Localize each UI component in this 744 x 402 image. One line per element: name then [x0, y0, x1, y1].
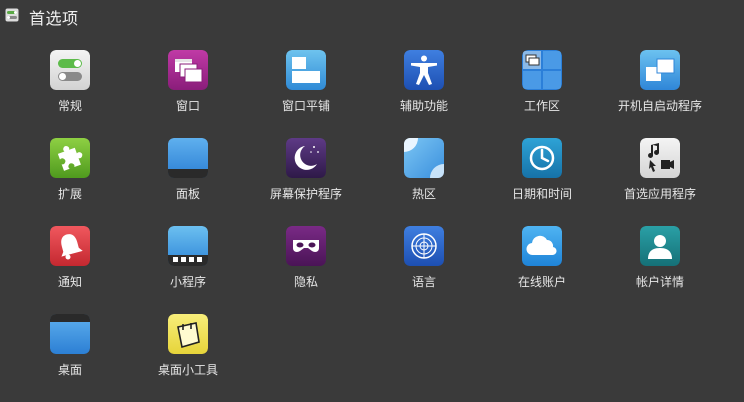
pref-item-applets[interactable]: 小程序 [129, 226, 247, 314]
pref-item-online-accounts[interactable]: 在线账户 [483, 226, 601, 314]
pref-item-startup[interactable]: 开机自启动程序 [601, 50, 719, 138]
pref-item-languages[interactable]: 语言 [365, 226, 483, 314]
pref-item-datetime[interactable]: 日期和时间 [483, 138, 601, 226]
pref-item-desklets[interactable]: 桌面小工具 [129, 314, 247, 402]
pref-item-label: 首选应用程序 [623, 187, 696, 201]
pref-item-label: 帐户详情 [635, 275, 684, 289]
pref-item-account-details[interactable]: 帐户详情 [601, 226, 719, 314]
hot-corner-icon [404, 138, 444, 178]
pref-item-screensaver[interactable]: 屏幕保护程序 [247, 138, 365, 226]
pref-item-hotcorners[interactable]: 热区 [365, 138, 483, 226]
pref-item-general[interactable]: 常规 [11, 50, 129, 138]
music-video-file-icon [640, 138, 680, 178]
pref-item-label: 开机自启动程序 [617, 99, 702, 113]
window-tiling-icon [286, 50, 326, 90]
pref-item-extensions[interactable]: 扩展 [11, 138, 129, 226]
pref-item-panel[interactable]: 面板 [129, 138, 247, 226]
toggle-switches-icon [50, 50, 90, 90]
pref-item-workspaces[interactable]: 工作区 [483, 50, 601, 138]
moon-stars-icon [286, 138, 326, 178]
pref-item-privacy[interactable]: 隐私 [247, 226, 365, 314]
pref-item-windows[interactable]: 窗口 [129, 50, 247, 138]
sticky-note-icon [168, 314, 208, 354]
clock-icon [522, 138, 562, 178]
pref-item-default-apps[interactable]: 首选应用程序 [601, 138, 719, 226]
panel-bar-icon [168, 138, 208, 178]
pref-item-tiling[interactable]: 窗口平铺 [247, 50, 365, 138]
globe-un-icon [404, 226, 444, 266]
window-title: 首选项 [29, 9, 79, 28]
user-account-icon [640, 226, 680, 266]
preferences-app-icon [5, 8, 19, 22]
bell-icon [50, 226, 90, 266]
applets-panel-icon [168, 226, 208, 266]
title-bar: 首选项 [0, 0, 744, 32]
pref-item-label: 桌面小工具 [157, 363, 218, 377]
workspaces-grid-icon [522, 50, 562, 90]
pref-item-desktop[interactable]: 桌面 [11, 314, 129, 402]
pref-item-notifications[interactable]: 通知 [11, 226, 129, 314]
privacy-mask-icon [286, 226, 326, 266]
pref-item-accessibility[interactable]: 辅助功能 [365, 50, 483, 138]
windows-stack-icon [168, 50, 208, 90]
accessibility-person-icon [404, 50, 444, 90]
cloud-icon [522, 226, 562, 266]
desktop-screen-icon [50, 314, 90, 354]
puzzle-piece-icon [50, 138, 90, 178]
startup-windows-icon [640, 50, 680, 90]
